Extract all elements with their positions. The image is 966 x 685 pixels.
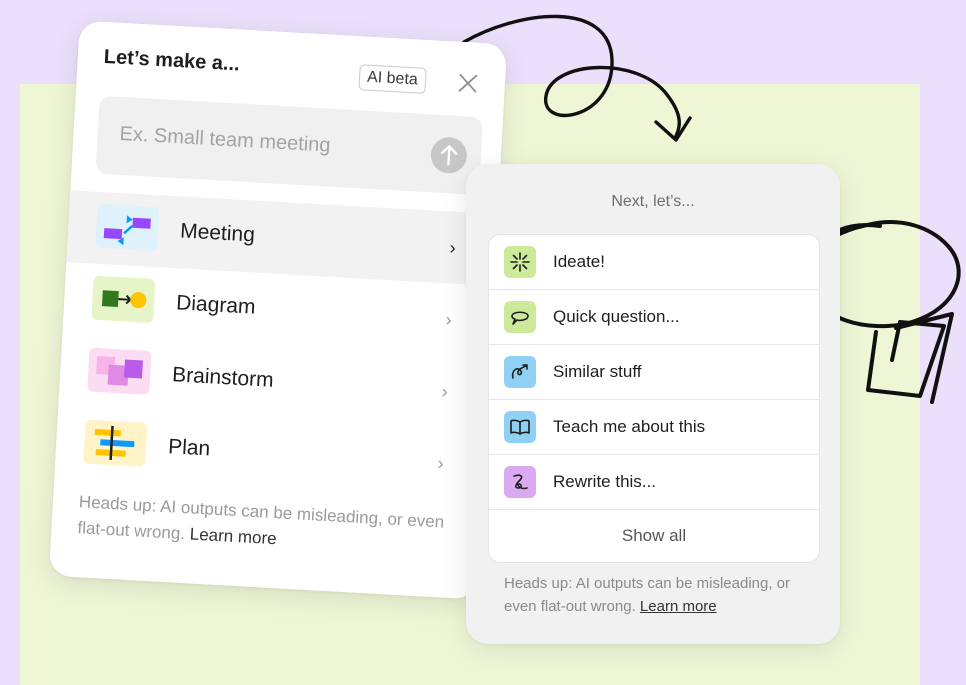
action-item-label: Teach me about this: [553, 417, 706, 436]
action-item-teach-me[interactable]: Teach me about this: [489, 400, 819, 455]
template-picker-card: Let’s make a... AI beta Ex. Small team m…: [48, 20, 508, 600]
chevron-right-icon: ›: [437, 453, 445, 474]
sparkle-icon: [504, 246, 536, 278]
action-item-label: Rewrite this...: [553, 472, 656, 491]
diagram-thumbnail-icon: [91, 275, 156, 324]
action-item-label: Similar stuff: [553, 362, 642, 381]
learn-more-link[interactable]: Learn more: [189, 524, 277, 548]
show-all-button[interactable]: Show all: [489, 510, 819, 562]
prompt-input[interactable]: Ex. Small team meeting: [95, 95, 484, 196]
template-item-label: Diagram: [175, 291, 257, 319]
ai-beta-badge: AI beta: [358, 64, 427, 94]
action-item-quick-question[interactable]: Quick question...: [489, 290, 819, 345]
next-actions-card: Next, let’s... Ideate! Quick question...: [466, 164, 840, 644]
brainstorm-thumbnail-icon: [87, 347, 152, 395]
swirl-arrow-icon: [504, 356, 536, 388]
action-item-similar-stuff[interactable]: Similar stuff: [489, 345, 819, 400]
action-list: Ideate! Quick question... Similar stuff: [488, 234, 820, 563]
chevron-right-icon: ›: [441, 381, 449, 402]
action-item-ideate[interactable]: Ideate!: [489, 235, 819, 290]
template-item-label: Plan: [167, 435, 211, 461]
ai-disclaimer: Heads up: AI outputs can be misleading, …: [504, 572, 824, 618]
action-item-label: Quick question...: [553, 307, 680, 326]
chevron-right-icon: ›: [449, 237, 457, 258]
action-item-label: Ideate!: [553, 252, 605, 271]
meeting-thumbnail-icon: [95, 203, 160, 252]
ai-disclaimer: Heads up: AI outputs can be misleading, …: [77, 489, 459, 562]
arrow-up-icon: [440, 145, 458, 166]
submit-button[interactable]: [429, 136, 468, 175]
template-item-label: Brainstorm: [171, 363, 275, 392]
plan-thumbnail-icon: [83, 419, 148, 467]
action-item-rewrite[interactable]: Rewrite this...: [489, 455, 819, 510]
card-title: Next, let’s...: [611, 193, 695, 210]
open-book-icon: [504, 411, 536, 443]
template-item-label: Meeting: [179, 219, 256, 247]
scribble-icon: [504, 466, 536, 498]
prompt-input-placeholder: Ex. Small team meeting: [118, 122, 332, 157]
chevron-right-icon: ›: [445, 309, 453, 330]
learn-more-link[interactable]: Learn more: [640, 598, 717, 615]
close-icon[interactable]: [456, 72, 479, 95]
speech-bubble-icon: [504, 301, 536, 333]
card-title: Let’s make a...: [103, 45, 241, 76]
